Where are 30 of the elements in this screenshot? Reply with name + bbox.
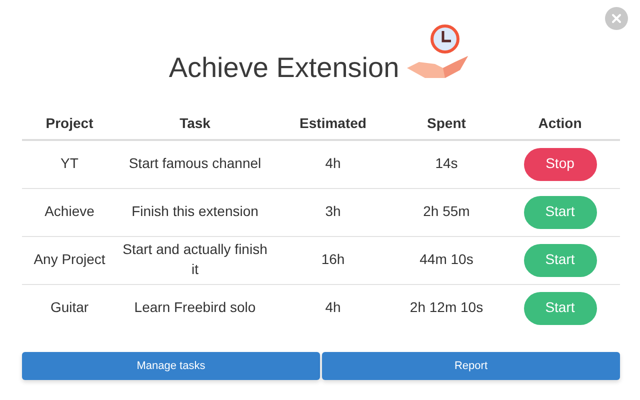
column-header: Task	[117, 108, 273, 140]
manage-tasks-button[interactable]: Manage tasks	[22, 352, 320, 380]
table-cell: 44m 10s	[393, 236, 500, 284]
table-cell: YT	[22, 140, 117, 188]
stop-button[interactable]: Stop	[524, 148, 596, 181]
table-cell: Finish this extension	[117, 188, 273, 236]
table-cell: 3h	[273, 188, 393, 236]
column-header: Action	[500, 108, 620, 140]
table-cell: 2h 55m	[393, 188, 500, 236]
table-cell: 14s	[393, 140, 500, 188]
table-cell: 2h 12m 10s	[393, 284, 500, 332]
table-cell: Learn Freebird solo	[117, 284, 273, 332]
column-header: Spent	[393, 108, 500, 140]
close-icon	[611, 13, 622, 24]
column-header: Estimated	[273, 108, 393, 140]
table-cell: Guitar	[22, 284, 117, 332]
table-cell: 16h	[273, 236, 393, 284]
table-cell: Start famous channel	[117, 140, 273, 188]
table-cell: Achieve	[22, 188, 117, 236]
table-cell: 4h	[273, 284, 393, 332]
table-cell: Any Project	[22, 236, 117, 284]
start-button[interactable]: Start	[524, 196, 596, 228]
app-title: Achieve Extension	[168, 54, 400, 82]
report-button[interactable]: Report	[322, 352, 620, 380]
start-button[interactable]: Start	[524, 292, 596, 325]
start-button[interactable]: Start	[524, 244, 596, 276]
table-cell: Start and actually finish it	[117, 236, 273, 284]
table-cell: 4h	[273, 140, 393, 188]
close-button[interactable]	[605, 7, 628, 30]
column-header: Project	[22, 108, 117, 140]
